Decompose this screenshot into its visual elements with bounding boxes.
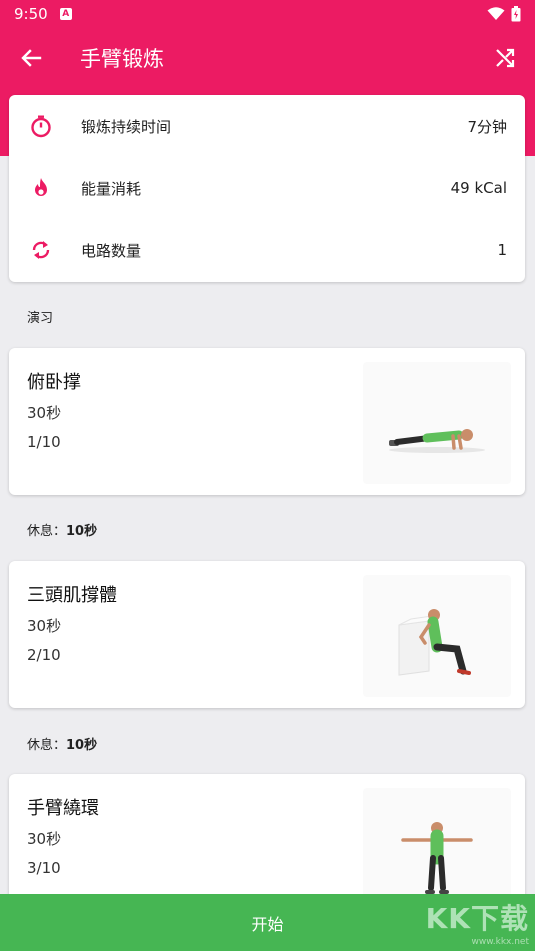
battery-icon [511, 6, 521, 22]
back-button[interactable] [0, 28, 62, 88]
watermark: KK下载 www.kkx.net [411, 897, 529, 949]
exercise-index: 1/10 [27, 433, 61, 451]
rest-indicator: 休息：10秒 [27, 520, 97, 539]
shuffle-button[interactable] [475, 28, 535, 88]
start-button-label: 开始 [251, 914, 284, 934]
repeat-icon [27, 236, 55, 264]
exercise-card[interactable]: 俯卧撑 30秒 1/10 [9, 348, 525, 495]
exercise-image-pushup [363, 362, 511, 484]
summary-label: 锻炼持续时间 [81, 117, 172, 136]
status-bar: 9:50 A [0, 0, 535, 28]
exercise-index: 2/10 [27, 646, 61, 664]
exercise-card[interactable]: 三頭肌撐體 30秒 2/10 [9, 561, 525, 708]
exercise-name: 三頭肌撐體 [27, 585, 117, 606]
exercise-name: 俯卧撑 [27, 372, 81, 393]
shuffle-icon [496, 48, 515, 68]
watermark-brand: KK下载 [425, 902, 529, 935]
exercise-duration: 30秒 [27, 404, 62, 422]
arrow-left-icon [21, 49, 42, 67]
stopwatch-icon [27, 112, 55, 140]
app-bar: 手臂锻炼 [0, 28, 535, 88]
exercise-duration: 30秒 [27, 617, 62, 635]
wifi-icon [487, 7, 505, 20]
rest-label: 休息： [27, 524, 67, 539]
exercise-image-dips [363, 575, 511, 697]
summary-value: 49 kCal [450, 179, 507, 197]
summary-row-energy: 能量消耗 49 kCal [9, 157, 525, 219]
rest-value: 10秒 [66, 524, 98, 539]
watermark-url: www.kkx.net [471, 937, 530, 947]
summary-label: 能量消耗 [81, 179, 142, 198]
summary-row-circuits: 电路数量 1 [9, 219, 525, 281]
flame-icon [27, 174, 55, 202]
summary-value: 1 [497, 241, 507, 259]
exercise-index: 3/10 [27, 859, 61, 877]
page-title: 手臂锻炼 [80, 47, 164, 71]
status-time: 9:50 [14, 5, 48, 23]
status-icons [487, 6, 521, 22]
summary-value: 7分钟 [467, 117, 507, 136]
rest-value: 10秒 [66, 738, 98, 753]
exercise-duration: 30秒 [27, 830, 62, 848]
rest-indicator: 休息：10秒 [27, 734, 97, 753]
rest-label: 休息： [27, 738, 67, 753]
section-title: 演习 [27, 311, 54, 326]
notification-badge: A [59, 8, 72, 20]
summary-row-duration: 锻炼持续时间 7分钟 [9, 95, 525, 157]
exercise-image-arm-circles [363, 788, 511, 910]
exercise-name: 手臂繞環 [27, 798, 99, 819]
summary-label: 电路数量 [81, 241, 142, 260]
workout-summary-card: 锻炼持续时间 7分钟 能量消耗 49 kCal 电路数量 1 [9, 95, 525, 282]
